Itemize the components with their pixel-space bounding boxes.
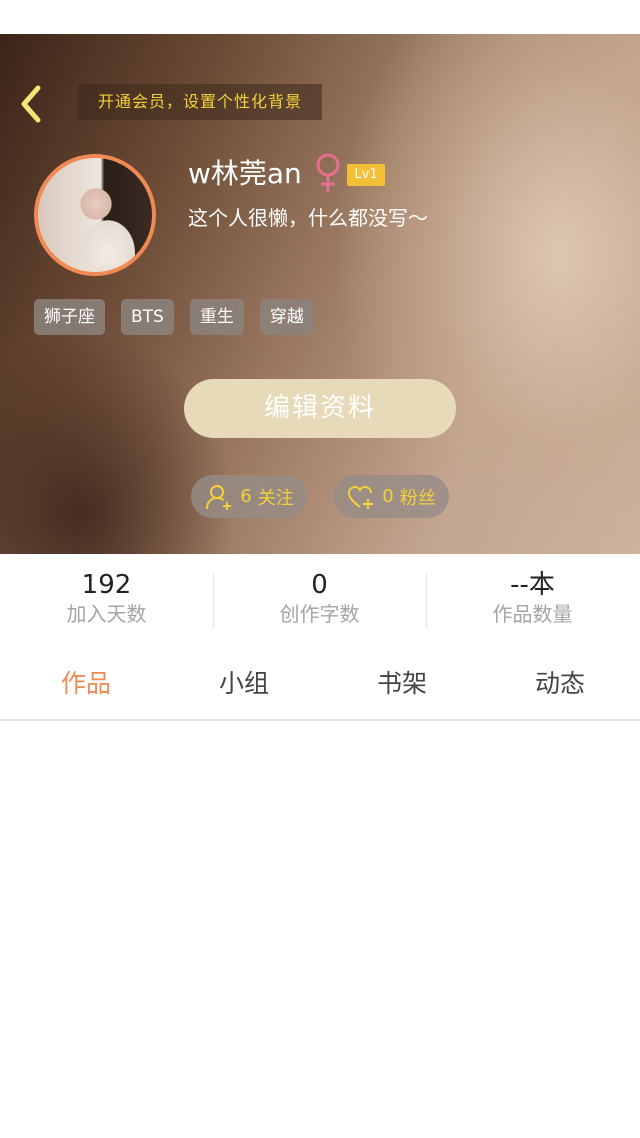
user-plus-icon	[206, 484, 232, 510]
stat-works-count: --本 作品数量	[426, 555, 639, 637]
stats-bar: 192 加入天数 0 创作字数 --本 作品数量	[0, 555, 640, 637]
fans-count: 0	[382, 486, 394, 507]
stat-join-days: 192 加入天数	[0, 555, 213, 637]
following-count: 6	[240, 486, 252, 507]
tag-list: 狮子座 BTS 重生 穿越	[34, 299, 314, 335]
back-button[interactable]	[14, 82, 50, 126]
following-label: 关注	[257, 487, 294, 509]
tag-item[interactable]: 狮子座	[34, 299, 105, 335]
tab-works[interactable]: 作品	[6, 652, 166, 716]
edit-profile-button[interactable]: 编辑资料	[184, 379, 456, 438]
female-icon	[316, 153, 340, 192]
stat-value: --本	[510, 570, 555, 600]
level-badge: Lv1	[347, 164, 385, 186]
stat-value: 0	[311, 570, 328, 600]
tab-content-area	[0, 721, 640, 1138]
tab-bookshelf[interactable]: 书架	[322, 652, 482, 716]
username: w林莞an	[188, 157, 302, 190]
stat-value: 192	[81, 570, 132, 600]
stat-label: 创作字数	[279, 602, 360, 626]
fans-button[interactable]: 0 粉丝	[333, 475, 449, 518]
content-tabs: 作品 小组 书架 动态	[0, 652, 640, 716]
vip-banner[interactable]: 开通会员，设置个性化背景	[78, 84, 322, 120]
tag-item[interactable]: BTS	[121, 299, 174, 335]
following-button[interactable]: 6 关注	[191, 475, 307, 518]
heart-plus-icon	[348, 485, 374, 509]
stat-label: 加入天数	[66, 602, 147, 626]
stat-label: 作品数量	[492, 602, 573, 626]
bio-text: 这个人很懒，什么都没写～	[188, 206, 428, 230]
stat-word-count: 0 创作字数	[213, 555, 426, 637]
tag-item[interactable]: 重生	[189, 299, 244, 335]
tag-item[interactable]: 穿越	[259, 299, 314, 335]
fans-label: 粉丝	[399, 487, 436, 509]
tab-activity[interactable]: 动态	[480, 652, 640, 716]
tab-groups[interactable]: 小组	[164, 652, 324, 716]
back-chevron-icon	[21, 85, 41, 123]
avatar[interactable]	[34, 154, 156, 276]
status-bar	[0, 0, 640, 34]
profile-header: 开通会员，设置个性化背景 w林莞an Lv1 这个人很懒，什么都没写～ 狮子座 …	[0, 34, 640, 554]
